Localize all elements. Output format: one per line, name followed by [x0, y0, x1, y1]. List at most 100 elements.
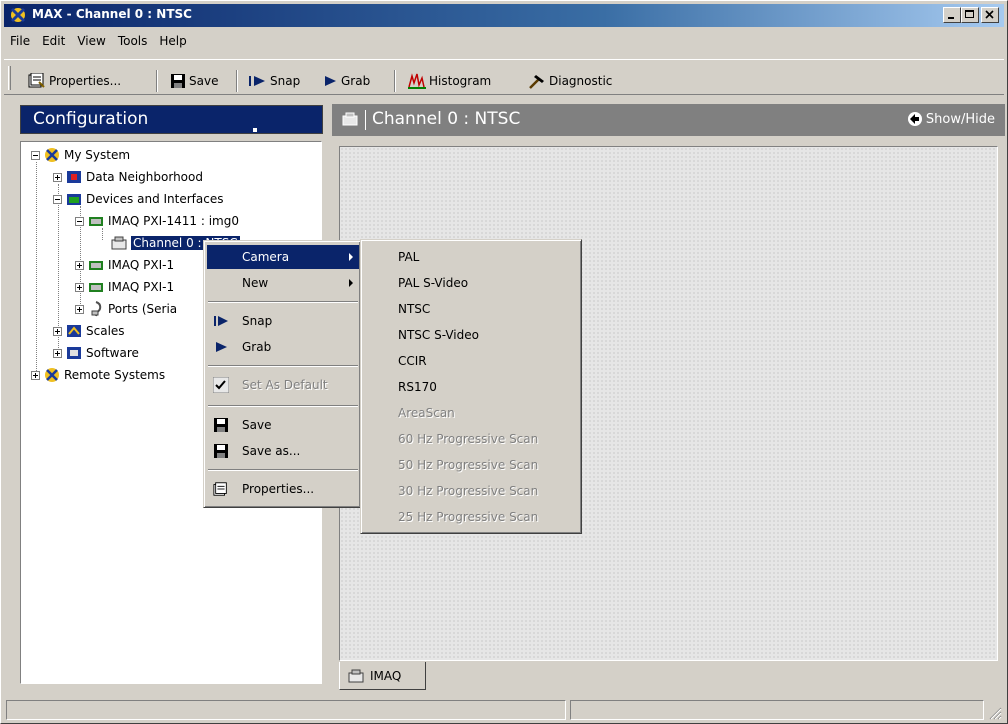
expand-toggle[interactable]	[53, 348, 62, 358]
menu-item-set-as-default[interactable]: Set As Default	[207, 373, 359, 397]
save-button[interactable]: Save	[170, 71, 218, 91]
menu-tools[interactable]: Tools	[112, 32, 154, 52]
toolbar-separator	[394, 70, 396, 92]
camera-submenu: PAL PAL S-Video NTSC NTSC S-Video CCIR R…	[360, 239, 582, 534]
show-hide-button[interactable]: Show/Hide	[907, 111, 995, 127]
tree-item-imaq-3[interactable]: IMAQ PXI-1	[75, 278, 174, 296]
tree-label: My System	[64, 148, 131, 162]
histogram-button[interactable]: Histogram	[408, 71, 491, 91]
menu-help[interactable]: Help	[153, 32, 192, 52]
grab-icon	[216, 342, 227, 352]
submenu-arrow-icon	[349, 279, 353, 287]
toolbar-separator	[236, 70, 238, 92]
my-system-icon	[45, 148, 59, 162]
menu-view[interactable]: View	[71, 32, 111, 52]
submenu-item-rs170[interactable]: RS170	[398, 376, 437, 398]
toolbar-separator	[156, 70, 158, 92]
serial-port-icon	[91, 301, 102, 317]
maximize-button[interactable]	[961, 7, 979, 23]
expand-toggle[interactable]	[75, 282, 84, 292]
configuration-header: Configuration	[20, 105, 323, 134]
diagnostic-label: Diagnostic	[549, 74, 613, 88]
submenu-item-30hz[interactable]: 30 Hz Progressive Scan	[398, 480, 538, 502]
submenu-item-pal[interactable]: PAL	[398, 246, 419, 268]
submenu-item-25hz[interactable]: 25 Hz Progressive Scan	[398, 506, 538, 528]
status-field-secondary	[570, 700, 984, 720]
tree-label: Data Neighborhood	[86, 170, 203, 184]
tree-item-my-system[interactable]: My System	[31, 146, 130, 164]
menu-item-camera[interactable]: Camera	[207, 245, 359, 269]
context-menu: Camera New Snap Grab Set As Default Save…	[203, 240, 361, 508]
title-bar[interactable]: MAX - Channel 0 : NTSC	[4, 4, 1004, 27]
tree-item-imaq-1411[interactable]: IMAQ PXI-1411 : img0	[75, 212, 239, 230]
submenu-item-50hz[interactable]: 50 Hz Progressive Scan	[398, 454, 538, 476]
tree-item-imaq-2[interactable]: IMAQ PXI-1	[75, 256, 174, 274]
expand-toggle[interactable]	[53, 172, 62, 182]
configuration-title: Configuration	[33, 109, 149, 129]
properties-button[interactable]: Properties...	[28, 71, 121, 91]
minimize-button[interactable]	[943, 7, 961, 23]
submenu-arrow-icon	[349, 253, 353, 261]
snap-button[interactable]: Snap	[249, 71, 300, 91]
menu-item-new[interactable]: New	[207, 271, 359, 295]
toolbar-grip[interactable]	[8, 66, 11, 90]
tree-label: IMAQ PXI-1	[108, 258, 175, 272]
tree-item-remote-systems[interactable]: Remote Systems	[31, 366, 165, 384]
save-icon	[214, 444, 228, 458]
menu-item-grab[interactable]: Grab	[207, 335, 359, 359]
submenu-item-pal-s-video[interactable]: PAL S-Video	[398, 272, 468, 294]
tree-item-ports[interactable]: Ports (Seria	[75, 300, 177, 318]
collapse-toggle[interactable]	[75, 216, 84, 226]
toolbar: Properties... Save Snap Grab Histogram D…	[4, 59, 1004, 95]
save-label: Save	[189, 74, 219, 88]
menu-file[interactable]: File	[4, 32, 36, 52]
menu-item-save[interactable]: Save	[207, 413, 359, 437]
submenu-item-ntsc[interactable]: NTSC	[398, 298, 430, 320]
menu-separator	[208, 365, 358, 367]
expand-toggle[interactable]	[31, 370, 40, 380]
imaq-board-icon	[89, 261, 103, 270]
menu-item-label: Camera	[242, 250, 290, 264]
snap-label: Snap	[270, 74, 301, 88]
menu-item-label: Save as...	[242, 444, 301, 458]
collapse-toggle[interactable]	[53, 194, 62, 204]
tree-item-scales[interactable]: Scales	[53, 322, 125, 340]
submenu-item-areascan[interactable]: AreaScan	[398, 402, 455, 424]
properties-icon	[28, 73, 45, 88]
menu-separator	[208, 301, 358, 303]
expand-toggle[interactable]	[53, 326, 62, 336]
tab-imaq-label: IMAQ	[370, 668, 402, 683]
resize-grip-icon[interactable]	[988, 706, 1002, 720]
tab-imaq[interactable]: IMAQ	[339, 662, 426, 690]
channel-title: Channel 0 : NTSC	[372, 109, 521, 129]
menu-item-label: New	[242, 276, 269, 290]
expand-toggle[interactable]	[75, 304, 84, 314]
submenu-item-60hz[interactable]: 60 Hz Progressive Scan	[398, 428, 538, 450]
collapse-toggle[interactable]	[31, 150, 40, 160]
snap-icon	[214, 316, 228, 326]
expand-toggle[interactable]	[75, 260, 84, 270]
tree-label: Remote Systems	[64, 368, 166, 382]
main-window: MAX - Channel 0 : NTSC File Edit View To…	[0, 0, 1008, 724]
diagnostic-button[interactable]: Diagnostic	[528, 71, 612, 91]
tree-label: Scales	[86, 324, 125, 338]
tree-label: Ports (Seria	[108, 302, 178, 316]
close-button[interactable]	[981, 7, 999, 23]
tree-item-data-neighborhood[interactable]: Data Neighborhood	[53, 168, 203, 186]
menu-item-save-as[interactable]: Save as...	[207, 439, 359, 463]
tree-item-software[interactable]: Software	[53, 344, 139, 362]
submenu-item-ntsc-s-video[interactable]: NTSC S-Video	[398, 324, 479, 346]
menu-item-label: Snap	[242, 314, 273, 328]
histogram-icon	[408, 73, 426, 89]
status-bar	[4, 698, 1004, 722]
submenu-item-ccir[interactable]: CCIR	[398, 350, 427, 372]
grab-button[interactable]: Grab	[324, 71, 370, 91]
histogram-label: Histogram	[429, 74, 492, 88]
menu-item-properties[interactable]: Properties...	[207, 477, 359, 501]
menu-edit[interactable]: Edit	[36, 32, 71, 52]
channel-icon	[111, 236, 127, 250]
tree-item-devices-interfaces[interactable]: Devices and Interfaces	[53, 190, 223, 208]
channel-header: Channel 0 : NTSC Show/Hide	[332, 104, 1005, 136]
menu-item-snap[interactable]: Snap	[207, 309, 359, 333]
menu-separator	[208, 405, 358, 407]
